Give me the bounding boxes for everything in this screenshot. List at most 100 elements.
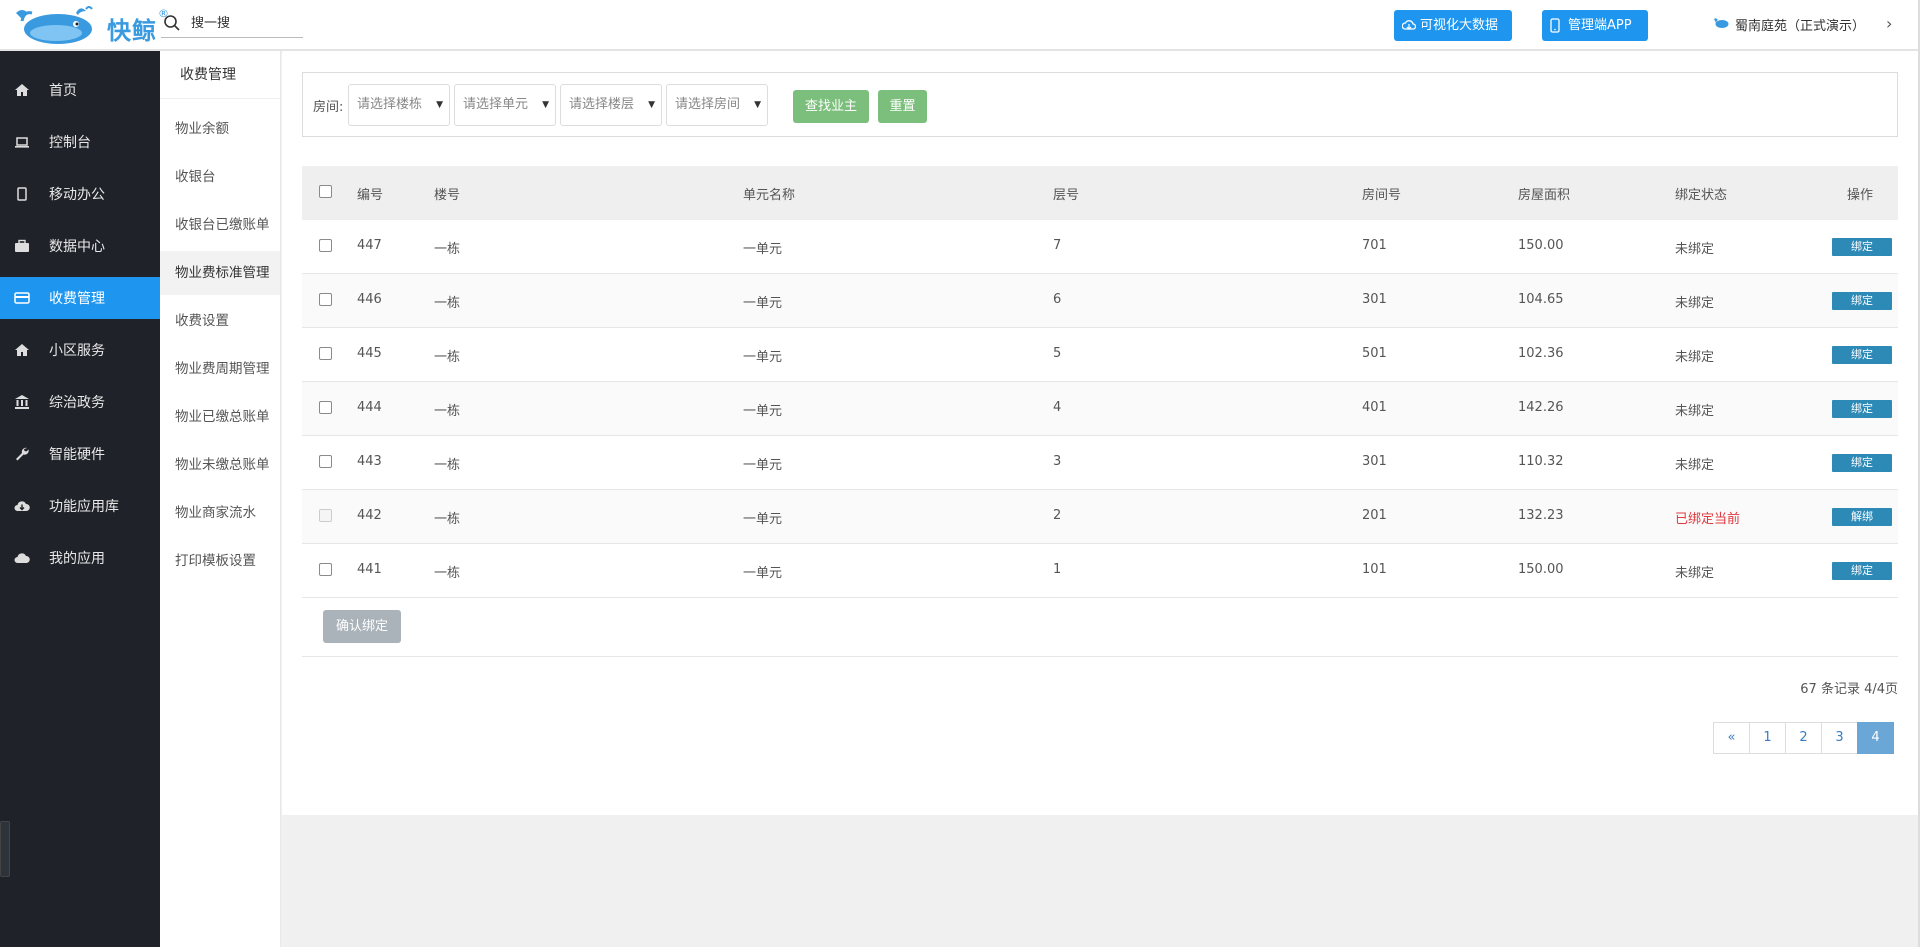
sidebar-item-label: 首页: [49, 83, 77, 99]
bind-button[interactable]: 绑定: [1832, 400, 1892, 418]
billing-submenu: 收费管理 物业余额 收银台 收银台已缴账单 物业费标准管理 收费设置 物业费周期…: [160, 51, 281, 947]
pagination-page-4-current[interactable]: 4: [1857, 722, 1894, 754]
sidebar-item-label: 移动办公: [49, 187, 105, 203]
row-checkbox[interactable]: [319, 401, 332, 414]
submenu-item-merchant-flow[interactable]: 物业商家流水: [160, 491, 280, 535]
sidebar-item-smart-hardware[interactable]: 智能硬件: [0, 433, 160, 475]
bank-icon: [15, 395, 29, 409]
cell-room: 201: [1362, 508, 1387, 523]
pagination-prev-button[interactable]: «: [1713, 722, 1750, 754]
row-checkbox[interactable]: [319, 455, 332, 468]
laptop-icon: [15, 137, 29, 148]
row-checkbox[interactable]: [319, 347, 332, 360]
reset-button[interactable]: 重置: [878, 90, 927, 123]
cell-status-bound: 已绑定当前: [1675, 512, 1741, 527]
cell-id: 447: [357, 238, 382, 253]
column-header-unit: 单元名称: [743, 188, 796, 203]
floor-select-value: 请选择楼层: [569, 97, 635, 112]
sidebar-item-app-library[interactable]: 功能应用库: [0, 485, 160, 527]
search-input[interactable]: [191, 12, 299, 34]
sidebar-item-community-service[interactable]: 小区服务: [0, 329, 160, 371]
room-filter-bar: 房间: 请选择楼栋 ▼ 请选择单元 ▼ 请选择楼层 ▼ 请选择房间 ▼ 查找业主…: [302, 72, 1898, 137]
cell-status: 未绑定: [1675, 458, 1715, 473]
select-all-checkbox[interactable]: [319, 185, 332, 198]
floor-select[interactable]: 请选择楼层 ▼: [560, 84, 662, 126]
search-icon[interactable]: [163, 14, 181, 32]
submenu-item-cashier[interactable]: 收银台: [160, 155, 280, 199]
row-checkbox[interactable]: [319, 293, 332, 306]
sidebar-item-label: 收费管理: [49, 291, 105, 307]
submenu-item-cashier-paid-bills[interactable]: 收银台已缴账单: [160, 203, 280, 247]
sidebar-item-billing[interactable]: 收费管理: [0, 277, 160, 319]
bigdata-button[interactable]: 可视化大数据: [1394, 10, 1512, 41]
cell-building: 一栋: [434, 404, 461, 419]
submenu-item-unpaid-total[interactable]: 物业未缴总账单: [160, 443, 280, 487]
sidebar-item-home[interactable]: 首页: [0, 69, 160, 111]
cell-id: 444: [357, 400, 382, 415]
pagination-page-1[interactable]: 1: [1749, 722, 1786, 754]
credit-card-icon: [14, 292, 30, 304]
community-selector[interactable]: 蜀南庭苑（正式演示）: [1713, 15, 1865, 34]
submenu-item-fee-cycle[interactable]: 物业费周期管理: [160, 347, 280, 391]
cell-status: 未绑定: [1675, 296, 1715, 311]
cell-status: 未绑定: [1675, 350, 1715, 365]
row-checkbox[interactable]: [319, 563, 332, 576]
cell-status: 未绑定: [1675, 404, 1715, 419]
cell-unit: 一单元: [743, 296, 783, 311]
sidebar-item-government[interactable]: 综治政务: [0, 381, 160, 423]
bind-button[interactable]: 绑定: [1832, 454, 1892, 472]
bind-button[interactable]: 绑定: [1832, 238, 1892, 256]
manager-app-button[interactable]: 管理端APP: [1542, 10, 1648, 41]
unit-select[interactable]: 请选择单元 ▼: [454, 84, 556, 126]
cell-area: 150.00: [1518, 562, 1564, 577]
column-header-status: 绑定状态: [1675, 188, 1728, 203]
cloud-download-icon: [1402, 20, 1416, 30]
sidebar-item-label: 控制台: [49, 135, 91, 151]
cell-unit: 一单元: [743, 566, 783, 581]
pagination-page-2[interactable]: 2: [1785, 722, 1822, 754]
table-row: 444 一栋 一单元 4 401 142.26 未绑定 绑定: [302, 382, 1898, 436]
submenu-item-print-template[interactable]: 打印模板设置: [160, 539, 280, 583]
brand-logo[interactable]: 快鲸 ®: [10, 3, 169, 47]
column-header-floor: 层号: [1053, 188, 1080, 203]
caret-down-icon: ▼: [754, 100, 761, 110]
cell-building: 一栋: [434, 350, 461, 365]
cell-room: 501: [1362, 346, 1387, 361]
unbind-button[interactable]: 解绑: [1832, 508, 1892, 526]
row-checkbox[interactable]: [319, 239, 332, 252]
table-row: 443 一栋 一单元 3 301 110.32 未绑定 绑定: [302, 436, 1898, 490]
sidebar-item-label: 智能硬件: [49, 447, 105, 463]
cell-id: 445: [357, 346, 382, 361]
content-footer-area: [282, 815, 1918, 947]
room-select[interactable]: 请选择房间 ▼: [666, 84, 768, 126]
confirm-bind-button[interactable]: 确认绑定: [323, 610, 401, 643]
bind-button[interactable]: 绑定: [1832, 562, 1892, 580]
submenu-item-fee-settings[interactable]: 收费设置: [160, 299, 280, 343]
column-header-building: 楼号: [434, 188, 461, 203]
cell-room: 301: [1362, 454, 1387, 469]
bigdata-label: 可视化大数据: [1420, 18, 1499, 33]
submenu-item-fee-standard[interactable]: 物业费标准管理: [160, 251, 280, 295]
building-select[interactable]: 请选择楼栋 ▼: [348, 84, 450, 126]
submenu-item-paid-total[interactable]: 物业已缴总账单: [160, 395, 280, 439]
submenu-item-balance[interactable]: 物业余额: [160, 107, 280, 151]
cell-area: 132.23: [1518, 508, 1564, 523]
chevron-right-icon[interactable]: ›: [1886, 14, 1892, 33]
manager-app-label: 管理端APP: [1568, 18, 1632, 33]
cell-floor: 2: [1053, 508, 1062, 523]
sidebar-item-mobile-office[interactable]: 移动办公: [0, 173, 160, 215]
caret-down-icon: ▼: [542, 100, 549, 110]
find-owner-button[interactable]: 查找业主: [793, 90, 869, 123]
sidebar-collapse-handle[interactable]: [0, 821, 10, 877]
cell-unit: 一单元: [743, 350, 783, 365]
cell-room: 301: [1362, 292, 1387, 307]
pagination-page-3[interactable]: 3: [1821, 722, 1858, 754]
column-header-action: 操作: [1847, 188, 1874, 203]
cell-floor: 1: [1053, 562, 1062, 577]
sidebar-item-data-center[interactable]: 数据中心: [0, 225, 160, 267]
bind-button[interactable]: 绑定: [1832, 292, 1892, 310]
sidebar-item-console[interactable]: 控制台: [0, 121, 160, 163]
bind-button[interactable]: 绑定: [1832, 346, 1892, 364]
cell-floor: 6: [1053, 292, 1062, 307]
sidebar-item-my-apps[interactable]: 我的应用: [0, 537, 160, 579]
